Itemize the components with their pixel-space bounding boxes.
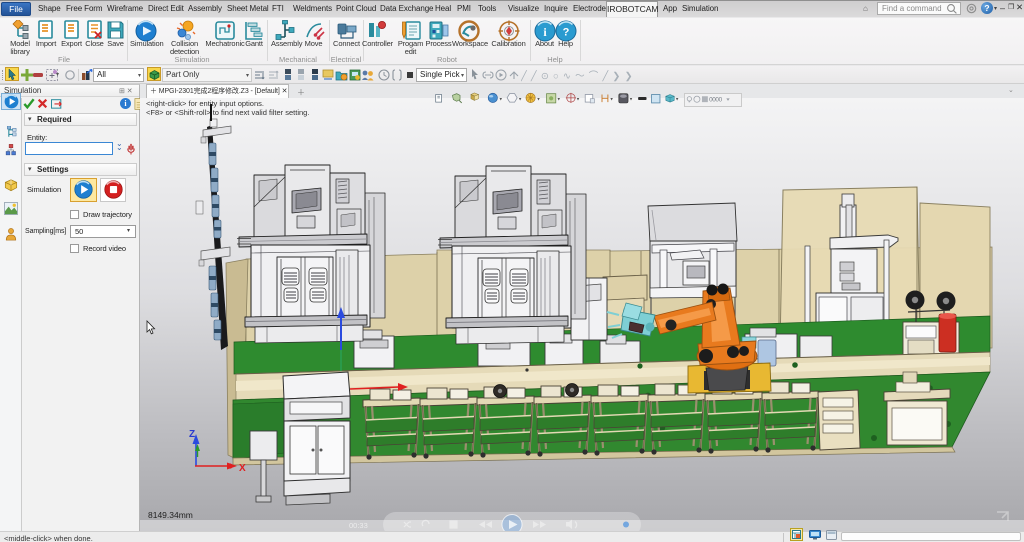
svg-text:▾: ▾ [537,96,540,102]
svg-text:▾: ▾ [519,96,522,102]
svg-text:▾: ▾ [500,96,503,102]
svg-text:8149.34mm: 8149.34mm [148,510,193,520]
svg-text:00:33: 00:33 [349,521,368,530]
svg-text:X: X [239,463,246,474]
svg-text:▾: ▾ [557,96,560,102]
svg-text:?: ? [563,27,570,39]
svg-text:▾: ▾ [577,96,580,102]
svg-text:▾: ▾ [676,96,679,102]
svg-text:▾: ▾ [610,96,613,102]
svg-text:0000: 0000 [709,97,722,104]
svg-text:Z: Z [189,429,195,440]
svg-text:▾: ▾ [630,96,633,102]
